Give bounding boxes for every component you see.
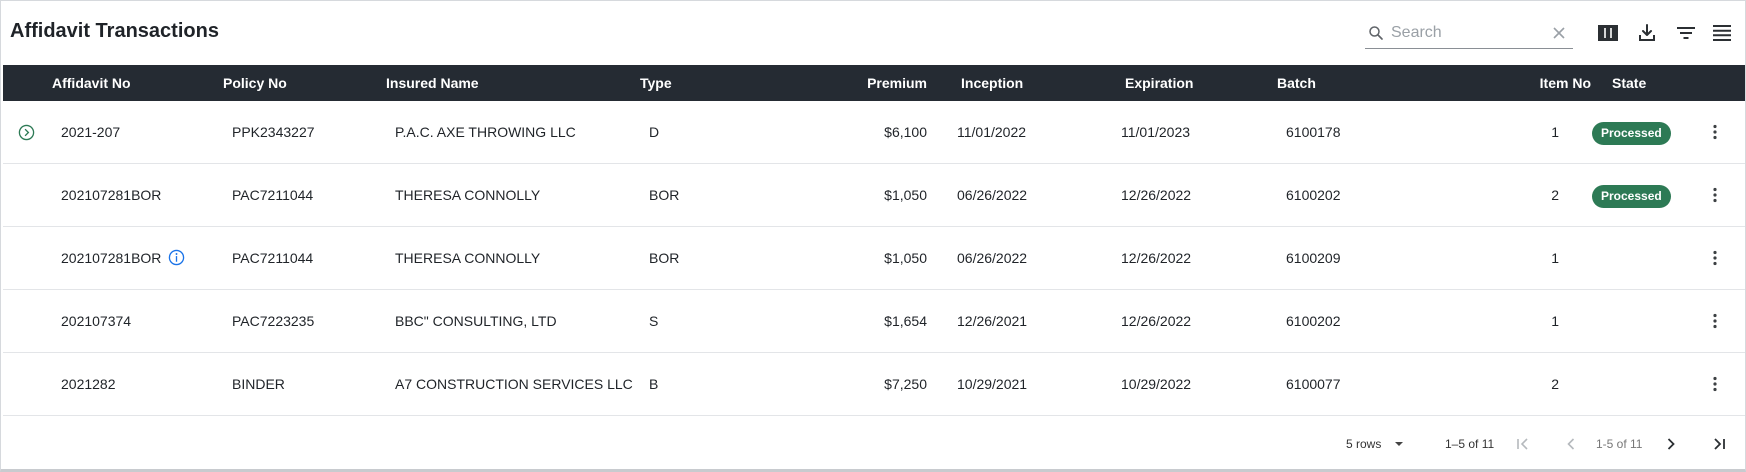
- export-button[interactable]: [1635, 21, 1659, 45]
- cell-policy-no: PAC7223235: [232, 313, 315, 329]
- download-icon: [1639, 24, 1655, 41]
- column-header-insured-name[interactable]: Insured Name: [386, 65, 479, 101]
- cell-affidavit-no: 2021282: [61, 376, 116, 392]
- column-header-type[interactable]: Type: [640, 65, 672, 101]
- first-page-icon: [1517, 438, 1528, 450]
- cell-item-no: 2: [1551, 187, 1559, 203]
- cell-premium: $7,250: [884, 376, 927, 392]
- cell-item-no: 1: [1551, 313, 1559, 329]
- cell-insured-name: BBC" CONSULTING, LTD: [395, 313, 557, 329]
- cell-affidavit-no: 202107374: [61, 313, 132, 329]
- cell-affidavit-no-text: 202107281BOR: [61, 250, 162, 266]
- cell-inception: 12/26/2021: [957, 313, 1028, 329]
- density-button[interactable]: [1710, 21, 1734, 45]
- cell-type: BOR: [649, 250, 680, 266]
- more-vert-icon[interactable]: [1705, 122, 1725, 142]
- rows-per-page-select[interactable]: 5 rows: [1346, 435, 1381, 453]
- previous-page-button[interactable]: [1560, 433, 1582, 455]
- chevron-circle-icon[interactable]: [18, 124, 35, 141]
- column-header-premium[interactable]: Premium: [783, 65, 927, 101]
- filter-icon: [1677, 27, 1695, 39]
- chevron-right-icon: [1667, 438, 1675, 450]
- chevron-left-icon: [1567, 438, 1575, 450]
- info-icon[interactable]: [168, 249, 185, 266]
- cell-batch: 6100077: [1286, 376, 1341, 392]
- page-title: Affidavit Transactions: [10, 20, 219, 42]
- cell-insured-name: P.A.C. AXE THROWING LLC: [395, 124, 576, 140]
- cell-inception: 11/01/2022: [957, 124, 1027, 140]
- close-icon[interactable]: [1551, 25, 1567, 41]
- density-icon: [1713, 25, 1731, 41]
- status-badge: Processed: [1592, 185, 1671, 208]
- table-row[interactable]: 202107374 PAC7223235 BBC" CONSULTING, LT…: [3, 290, 1745, 353]
- cell-inception: 06/26/2022: [957, 187, 1028, 203]
- cell-expiration: 11/01/2023: [1121, 124, 1191, 140]
- table-row[interactable]: 2021-207 PPK2343227 P.A.C. AXE THROWING …: [3, 101, 1745, 164]
- cell-expiration: 12/26/2022: [1121, 250, 1192, 266]
- cell-premium: $1,050: [884, 187, 927, 203]
- search-input[interactable]: [1391, 21, 1541, 45]
- cell-policy-no: PAC7211044: [232, 187, 314, 203]
- cell-policy-no: PAC7211044: [232, 250, 314, 266]
- cell-item-no: 2: [1551, 376, 1559, 392]
- view-column-icon: [1598, 25, 1618, 41]
- pagination-range: 1–5 of 11: [1445, 437, 1495, 451]
- cell-insured-name: A7 CONSTRUCTION SERVICES LLC: [395, 376, 633, 392]
- search-icon: [1369, 26, 1383, 40]
- column-header-item-no[interactable]: Item No: [1443, 65, 1591, 101]
- cell-affidavit-no: 2021-207: [61, 124, 121, 140]
- filter-button[interactable]: [1674, 21, 1698, 45]
- table-row[interactable]: 2021282 BINDER A7 CONSTRUCTION SERVICES …: [3, 353, 1745, 416]
- pagination-bar: 5 rows 1–5 of 11 1-5 of 11: [1, 417, 1745, 467]
- cell-expiration: 12/26/2022: [1121, 313, 1192, 329]
- last-page-button[interactable]: [1708, 433, 1730, 455]
- page-indicator: 1-5 of 11: [1596, 437, 1643, 451]
- table-header: Affidavit No Policy No Insured Name Type…: [3, 65, 1745, 101]
- search-field[interactable]: [1365, 17, 1573, 49]
- cell-batch: 6100202: [1286, 313, 1341, 329]
- next-page-button[interactable]: [1660, 433, 1682, 455]
- cell-premium: $1,654: [884, 313, 927, 329]
- columns-button[interactable]: [1596, 21, 1620, 45]
- table-row[interactable]: 202107281BOR PAC7211044 THERESA CONNOLLY…: [3, 164, 1745, 227]
- column-header-batch[interactable]: Batch: [1277, 65, 1316, 101]
- more-vert-icon[interactable]: [1705, 185, 1725, 205]
- cell-insured-name: THERESA CONNOLLY: [395, 250, 541, 266]
- cell-batch: 6100178: [1286, 124, 1341, 140]
- last-page-icon: [1714, 438, 1725, 450]
- cell-premium: $6,100: [884, 124, 927, 140]
- cell-item-no: 1: [1551, 250, 1559, 266]
- cell-expiration: 12/26/2022: [1121, 187, 1192, 203]
- column-header-state[interactable]: State: [1612, 65, 1646, 101]
- cell-type: S: [649, 313, 659, 329]
- column-header-affidavit-no[interactable]: Affidavit No: [52, 65, 131, 101]
- cell-expiration: 10/29/2022: [1121, 376, 1192, 392]
- cell-item-no: 1: [1551, 124, 1559, 140]
- cell-policy-no: PPK2343227: [232, 124, 315, 140]
- cell-affidavit-no: 202107281BOR: [61, 227, 185, 290]
- column-header-inception[interactable]: Inception: [961, 65, 1023, 101]
- table-row[interactable]: 202107281BOR PAC7211044 THERESA CONNOLLY…: [3, 227, 1745, 290]
- more-vert-icon[interactable]: [1705, 374, 1725, 394]
- column-header-expiration[interactable]: Expiration: [1125, 65, 1193, 101]
- first-page-button[interactable]: [1512, 433, 1534, 455]
- cell-premium: $1,050: [884, 250, 927, 266]
- more-vert-icon[interactable]: [1705, 248, 1725, 268]
- cell-type: BOR: [649, 187, 680, 203]
- cell-affidavit-no: 202107281BOR: [61, 187, 162, 203]
- column-header-policy-no[interactable]: Policy No: [223, 65, 287, 101]
- status-badge: Processed: [1592, 122, 1671, 145]
- cell-insured-name: THERESA CONNOLLY: [395, 187, 541, 203]
- affidavit-transactions-panel: Affidavit Transactions Search Affidavit …: [0, 0, 1746, 472]
- cell-batch: 6100202: [1286, 187, 1341, 203]
- more-vert-icon[interactable]: [1705, 311, 1725, 331]
- cell-inception: 06/26/2022: [957, 250, 1028, 266]
- cell-policy-no: BINDER: [232, 376, 285, 392]
- caret-down-icon[interactable]: [1391, 436, 1407, 452]
- cell-inception: 10/29/2021: [957, 376, 1028, 392]
- toolbar: Affidavit Transactions: [1, 1, 1745, 65]
- cell-type: B: [649, 376, 659, 392]
- cell-type: D: [649, 124, 660, 140]
- cell-batch: 6100209: [1286, 250, 1341, 266]
